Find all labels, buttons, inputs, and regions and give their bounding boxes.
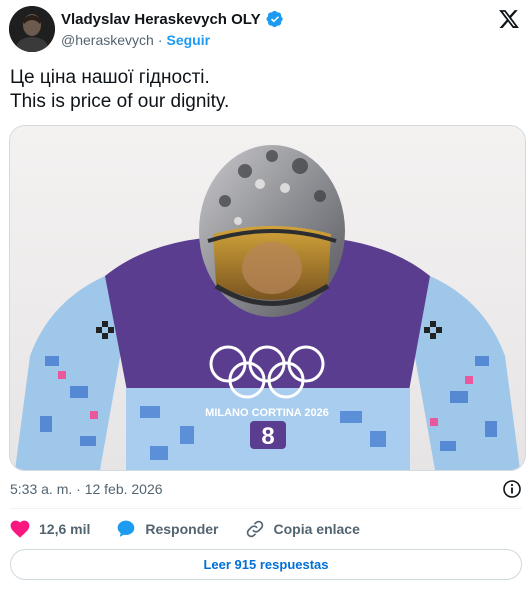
tweet-photo[interactable]: MILANO CORTINA 2026 8 <box>9 125 526 471</box>
speech-bubble-icon <box>118 520 135 537</box>
author-handle[interactable]: @heraskevych <box>61 32 154 48</box>
divider <box>10 508 522 509</box>
tweet-text: Це ціна нашої гідності. This is price of… <box>10 66 520 114</box>
read-replies-button[interactable]: Leer 915 respuestas <box>10 549 522 580</box>
tweet-text-line-ukrainian: Це ціна нашої гідності. <box>10 67 210 88</box>
handle-row: @heraskevych · Seguir <box>61 32 210 48</box>
copy-link-button[interactable]: Copia enlace <box>245 519 360 539</box>
reply-button[interactable]: Responder <box>116 519 219 539</box>
separator-dot: · <box>157 32 163 48</box>
follow-button[interactable]: Seguir <box>166 32 210 48</box>
bib-number: 8 <box>261 423 274 450</box>
tweet-timestamp[interactable]: 5:33 a. m. · 12 feb. 2026 <box>10 481 163 497</box>
display-name[interactable]: Vladyslav Heraskevych OLY <box>61 11 261 28</box>
info-icon[interactable] <box>502 479 522 499</box>
copy-link-label: Copia enlace <box>273 521 360 537</box>
heart-icon <box>10 520 30 538</box>
author-name-row: Vladyslav Heraskevych OLY <box>61 10 284 28</box>
action-bar: 12,6 mil Responder Copia enlace <box>10 518 386 540</box>
tweet-card: Vladyslav Heraskevych OLY @heraskevych ·… <box>0 0 532 592</box>
like-button[interactable]: 12,6 mil <box>10 520 90 538</box>
verified-badge-icon <box>266 10 284 28</box>
reply-label: Responder <box>145 521 219 537</box>
like-count: 12,6 mil <box>39 521 91 537</box>
link-icon <box>246 520 263 538</box>
avatar[interactable] <box>9 6 55 52</box>
x-logo-icon[interactable] <box>498 8 520 30</box>
tweet-text-line-english: This is price of our dignity. <box>10 91 230 112</box>
games-text: MILANO CORTINA 2026 <box>205 407 329 419</box>
